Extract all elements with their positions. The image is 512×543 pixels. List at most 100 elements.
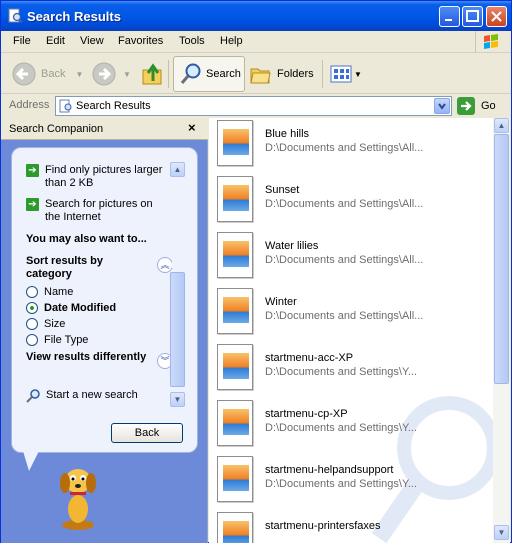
radio-label: Size xyxy=(44,318,66,330)
menu-help[interactable]: Help xyxy=(220,35,243,47)
up-folder-icon xyxy=(142,63,162,85)
companion-close-button[interactable]: × xyxy=(188,120,196,135)
result-name: Water lilies xyxy=(265,240,319,252)
forward-button[interactable]: ▼ xyxy=(91,56,131,92)
result-item[interactable]: Blue hills D:\Documents and Settings\All.… xyxy=(217,120,487,176)
scroll-up-button[interactable]: ▲ xyxy=(170,162,185,177)
result-item[interactable]: Water lilies D:\Documents and Settings\Al… xyxy=(217,232,487,288)
search-label: Search xyxy=(206,68,241,80)
close-button[interactable] xyxy=(486,6,507,27)
radio-label: Date Modified xyxy=(44,302,117,314)
views-dropdown-icon: ▼ xyxy=(354,69,362,79)
menu-file[interactable]: File xyxy=(13,35,31,47)
image-file-icon xyxy=(217,456,253,502)
menu-tools[interactable]: Tools xyxy=(179,35,205,47)
toolbar-separator xyxy=(168,60,169,88)
results-scrollbar[interactable]: ▲ ▼ xyxy=(493,118,510,543)
result-name: Blue hills xyxy=(265,128,310,140)
companion-back-button[interactable]: Back xyxy=(111,423,183,443)
picture-thumbnail-icon xyxy=(223,409,249,435)
result-item[interactable]: startmenu-acc-XP D:\Documents and Setting… xyxy=(217,344,487,400)
result-path: D:\Documents and Settings\Y... xyxy=(265,422,418,434)
companion-scrollbar[interactable]: ▲ ▼ xyxy=(170,162,185,407)
folders-button[interactable]: Folders xyxy=(249,56,314,92)
menu-edit[interactable]: Edit xyxy=(46,35,65,47)
result-path: D:\Documents and Settings\All... xyxy=(265,198,424,210)
back-label: Back xyxy=(41,68,66,80)
scroll-down-button[interactable]: ▼ xyxy=(494,525,509,540)
toolbar: Back ▼ ▼ Search Folders ▼ xyxy=(1,54,511,94)
back-button[interactable]: Back ▼ xyxy=(11,56,83,92)
minimize-button[interactable] xyxy=(439,6,460,27)
rover-dog-icon xyxy=(60,469,96,530)
forward-dropdown-icon[interactable]: ▼ xyxy=(123,70,131,79)
address-dropdown-button[interactable] xyxy=(434,98,450,114)
scroll-up-button[interactable]: ▲ xyxy=(494,118,509,133)
result-item[interactable]: startmenu-printersfaxes xyxy=(217,512,487,543)
maximize-button[interactable] xyxy=(462,6,483,27)
search-results-icon xyxy=(59,99,72,113)
menu-view[interactable]: View xyxy=(80,35,104,47)
radio-label: File Type xyxy=(44,334,89,346)
folders-label: Folders xyxy=(277,68,314,80)
result-item[interactable]: startmenu-helpandsupport D:\Documents and… xyxy=(217,456,487,512)
radio-label: Name xyxy=(44,286,74,298)
result-name: startmenu-cp-XP xyxy=(265,408,348,420)
search-companion-pane: Search Companion × ➔ Find only pictures … xyxy=(1,118,208,543)
sort-file-type-option[interactable]: File Type xyxy=(26,334,88,346)
green-arrow-icon: ➔ xyxy=(26,164,39,177)
title-bar[interactable]: Search Results xyxy=(1,1,511,31)
explorer-window: Search Results File Edit View Favorites … xyxy=(0,0,512,543)
picture-thumbnail-icon xyxy=(223,241,249,267)
link-label: Find only pictures larger than 2 KB xyxy=(45,164,163,189)
picture-thumbnail-icon xyxy=(223,521,249,543)
back-dropdown-icon[interactable]: ▼ xyxy=(75,70,83,79)
sort-date-modified-option[interactable]: Date Modified xyxy=(26,302,116,314)
go-button[interactable]: Go xyxy=(457,97,507,115)
go-arrow-icon xyxy=(457,97,475,115)
scroll-thumb[interactable] xyxy=(170,272,185,387)
address-value: Search Results xyxy=(76,100,151,112)
radio-button-checked[interactable] xyxy=(26,302,38,314)
picture-thumbnail-icon xyxy=(223,129,249,155)
result-path: D:\Documents and Settings\Y... xyxy=(265,366,418,378)
image-file-icon xyxy=(217,120,253,166)
result-item[interactable]: startmenu-cp-XP D:\Documents and Settings… xyxy=(217,400,487,456)
magnifier-icon xyxy=(180,63,201,84)
address-bar: Address Search Results Go xyxy=(1,95,511,117)
scroll-thumb[interactable] xyxy=(494,134,509,384)
result-name: Winter xyxy=(265,296,297,308)
result-name: startmenu-helpandsupport xyxy=(265,464,394,476)
result-path: D:\Documents and Settings\All... xyxy=(265,254,424,266)
windows-logo-icon xyxy=(475,31,505,53)
search-button[interactable]: Search xyxy=(173,56,245,92)
link-label: Search for pictures on the Internet xyxy=(45,198,153,223)
result-name: startmenu-acc-XP xyxy=(265,352,354,364)
magnifier-icon xyxy=(26,389,40,403)
result-item[interactable]: Sunset D:\Documents and Settings\All... xyxy=(217,176,487,232)
search-results-list: Blue hills D:\Documents and Settings\All.… xyxy=(209,118,493,543)
menu-favorites[interactable]: Favorites xyxy=(118,35,163,47)
companion-header: Search Companion × xyxy=(1,118,208,140)
sort-name-option[interactable]: Name xyxy=(26,286,73,298)
search-internet-link[interactable]: ➔ Search for pictures on the Internet xyxy=(26,198,166,224)
find-larger-pictures-link[interactable]: ➔ Find only pictures larger than 2 KB xyxy=(26,164,166,190)
address-input[interactable]: Search Results xyxy=(55,96,452,116)
radio-button[interactable] xyxy=(26,286,38,298)
chevron-down-icon xyxy=(438,103,446,110)
start-new-search-link[interactable]: Start a new search xyxy=(26,389,166,403)
radio-button[interactable] xyxy=(26,334,38,346)
also-want-heading: You may also want to... xyxy=(26,233,147,245)
image-file-icon xyxy=(217,512,253,543)
search-window-icon xyxy=(8,8,23,24)
image-file-icon xyxy=(217,344,253,390)
image-file-icon xyxy=(217,288,253,334)
image-file-icon xyxy=(217,176,253,222)
radio-button[interactable] xyxy=(26,318,38,330)
result-item[interactable]: Winter D:\Documents and Settings\All... xyxy=(217,288,487,344)
views-button[interactable]: ▼ xyxy=(329,56,362,92)
up-folder-button[interactable] xyxy=(141,56,165,92)
sort-size-option[interactable]: Size xyxy=(26,318,65,330)
scroll-down-button[interactable]: ▼ xyxy=(170,392,185,407)
picture-thumbnail-icon xyxy=(223,353,249,379)
